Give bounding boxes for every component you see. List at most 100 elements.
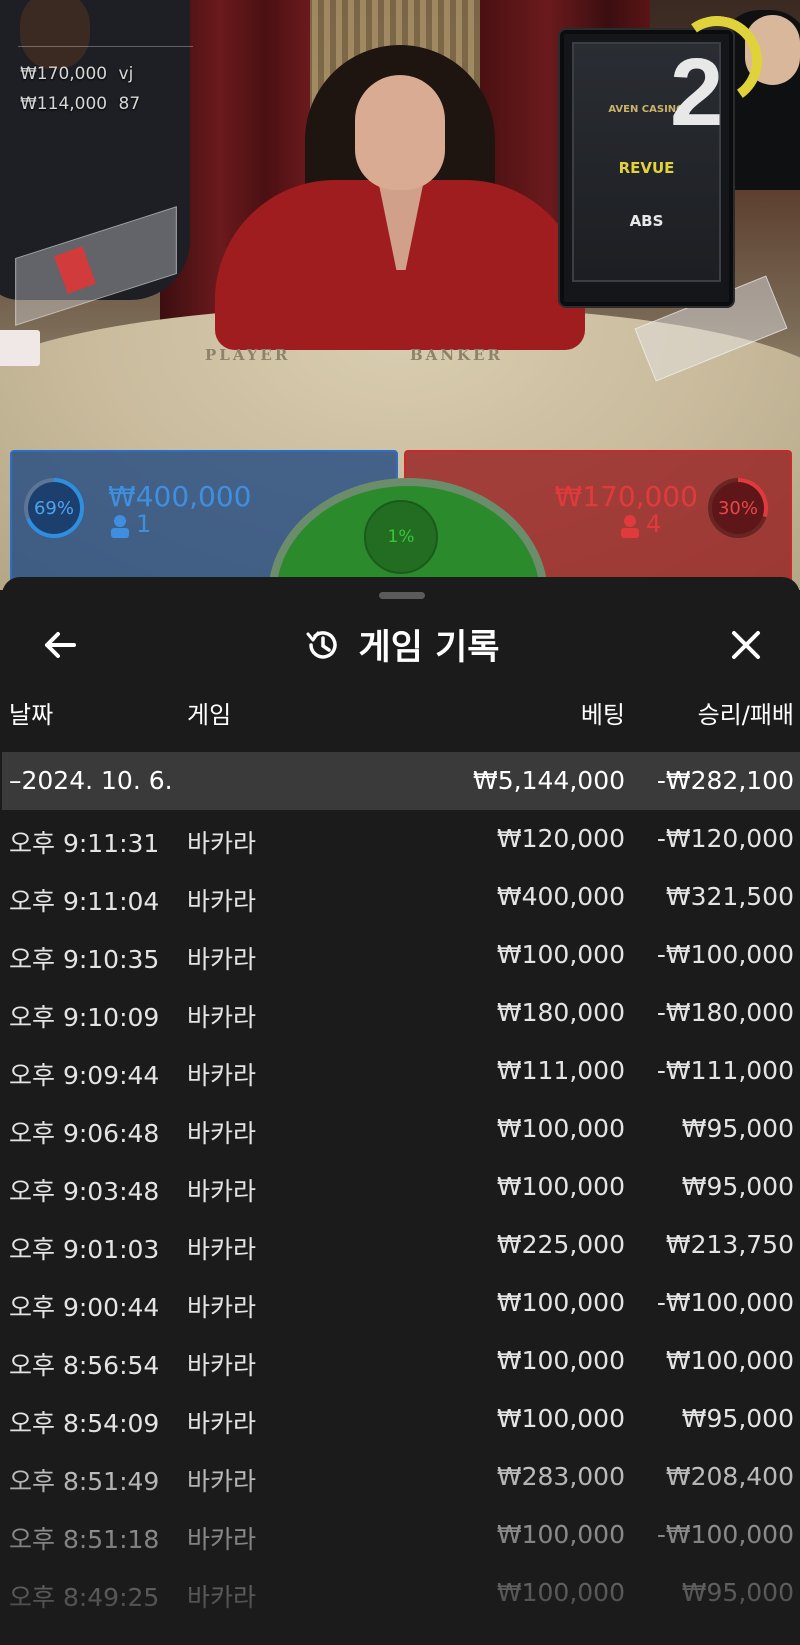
column-header-bet: 베팅 — [580, 701, 625, 729]
recent-bet-amount: ₩170,000 — [20, 64, 108, 84]
player-amount: ₩400,000 — [108, 480, 252, 513]
row-time: 오후 8:49:25 — [9, 1583, 160, 1612]
monitor-logo-abs: ABS — [629, 212, 664, 230]
row-game: 바카라 — [187, 1525, 257, 1554]
history-row[interactable]: 오후 9:10:35 바카라 ₩100,000 -₩100,000 — [2, 926, 800, 984]
recent-bet-amount: ₩114,000 — [20, 94, 108, 114]
row-bet: ₩225,000 — [496, 1230, 625, 1259]
banker-percent-ring: 30% — [708, 478, 768, 538]
table-label-banker: BANKER — [410, 346, 503, 364]
row-time: 오후 8:51:18 — [9, 1525, 160, 1554]
row-result: ₩95,000 — [681, 1114, 794, 1143]
date-group-result-total: -₩282,100 — [656, 766, 794, 795]
row-bet: ₩100,000 — [496, 1578, 625, 1607]
history-row[interactable]: 오후 8:49:25 바카라 ₩100,000 ₩95,000 — [2, 1564, 800, 1622]
history-row[interactable]: 오후 9:00:44 바카라 ₩100,000 -₩100,000 — [2, 1274, 800, 1332]
row-result: ₩95,000 — [681, 1404, 794, 1433]
row-result: ₩321,500 — [665, 882, 794, 911]
banker-count-icon — [620, 514, 640, 542]
history-row[interactable]: 오후 9:06:48 바카라 ₩100,000 ₩95,000 — [2, 1100, 800, 1158]
dealer-face — [355, 75, 445, 190]
sheet-header: 게임 기록 — [2, 619, 800, 670]
row-game: 바카라 — [187, 945, 257, 974]
row-bet: ₩100,000 — [496, 1172, 625, 1201]
round-number: 2 — [670, 39, 724, 146]
banker-percent: 30% — [712, 482, 764, 534]
row-result: ₩100,000 — [665, 1346, 794, 1375]
row-time: 오후 8:54:09 — [9, 1409, 160, 1438]
history-row[interactable]: 오후 9:01:03 바카라 ₩225,000 ₩213,750 — [2, 1216, 800, 1274]
row-game: 바카라 — [187, 1235, 257, 1264]
row-game: 바카라 — [187, 1119, 257, 1148]
row-game: 바카라 — [187, 829, 257, 858]
row-game: 바카라 — [187, 1293, 257, 1322]
row-game: 바카라 — [187, 1177, 257, 1206]
row-bet: ₩100,000 — [496, 1520, 625, 1549]
banker-count: 4 — [646, 510, 662, 538]
row-time: 오후 8:51:49 — [9, 1467, 160, 1496]
row-game: 바카라 — [187, 1061, 257, 1090]
column-header-date: 날짜 — [9, 701, 54, 729]
row-game: 바카라 — [187, 1467, 257, 1496]
row-game: 바카라 — [187, 1583, 257, 1612]
recent-bet-item: ₩114,000 87 — [20, 94, 140, 114]
row-time: 오후 9:10:35 — [9, 945, 160, 974]
row-bet: ₩100,000 — [496, 1114, 625, 1143]
date-group-date: –2024. 10. 6. — [9, 766, 173, 795]
row-result: ₩208,400 — [665, 1462, 794, 1491]
history-row[interactable]: 오후 9:10:09 바카라 ₩180,000 -₩180,000 — [2, 984, 800, 1042]
row-time: 오후 9:11:04 — [9, 887, 160, 916]
row-bet: ₩180,000 — [496, 998, 625, 1027]
history-row[interactable]: 오후 9:03:48 바카라 ₩100,000 ₩95,000 — [2, 1158, 800, 1216]
row-bet: ₩100,000 — [496, 1346, 625, 1375]
close-button[interactable] — [722, 621, 770, 669]
history-row[interactable]: 오후 8:56:54 바카라 ₩100,000 ₩100,000 — [2, 1332, 800, 1390]
row-result: -₩180,000 — [656, 998, 794, 1027]
sheet-title: 게임 기록 — [358, 628, 500, 668]
row-bet: ₩100,000 — [496, 940, 625, 969]
row-game: 바카라 — [187, 1351, 257, 1380]
history-row[interactable]: 오후 8:51:18 바카라 ₩100,000 -₩100,000 — [2, 1506, 800, 1564]
game-history-sheet: 게임 기록 날짜 게임 베팅 승리/패배 –2024. 10. 6. ₩5,14… — [2, 577, 800, 1645]
player-percent: 69% — [28, 482, 80, 534]
tie-percent: 1% — [364, 500, 438, 574]
row-result: -₩100,000 — [656, 1288, 794, 1317]
history-row[interactable]: 오후 9:11:04 바카라 ₩400,000 ₩321,500 — [2, 868, 800, 926]
row-bet: ₩100,000 — [496, 1288, 625, 1317]
history-table-header: 날짜 게임 베팅 승리/패배 — [2, 687, 800, 735]
sheet-drag-handle[interactable] — [379, 592, 425, 599]
row-bet: ₩120,000 — [496, 824, 625, 853]
row-game: 바카라 — [187, 1003, 257, 1032]
history-row[interactable]: 오후 9:11:31 바카라 ₩120,000 -₩120,000 — [2, 810, 800, 868]
row-time: 오후 9:03:48 — [9, 1177, 160, 1206]
history-list: 오후 9:11:31 바카라 ₩120,000 -₩120,000 오후 9:11:0… — [2, 810, 800, 1622]
row-time: 오후 9:06:48 — [9, 1119, 160, 1148]
row-game: 바카라 — [187, 1409, 257, 1438]
row-result: -₩100,000 — [656, 1520, 794, 1549]
row-bet: ₩283,000 — [496, 1462, 625, 1491]
row-time: 오후 8:56:54 — [9, 1351, 160, 1380]
row-time: 오후 9:10:09 — [9, 1003, 160, 1032]
row-bet: ₩400,000 — [496, 882, 625, 911]
close-icon — [732, 631, 760, 659]
history-row[interactable]: 오후 8:54:09 바카라 ₩100,000 ₩95,000 — [2, 1390, 800, 1448]
date-group-row[interactable]: –2024. 10. 6. ₩5,144,000 -₩282,100 — [2, 752, 800, 810]
row-game: 바카라 — [187, 887, 257, 916]
history-row[interactable]: 오후 9:09:44 바카라 ₩111,000 -₩111,000 — [2, 1042, 800, 1100]
history-row[interactable]: 오후 8:51:49 바카라 ₩283,000 ₩208,400 — [2, 1448, 800, 1506]
recent-bet-user: vj — [118, 64, 134, 84]
row-time: 오후 9:09:44 — [9, 1061, 160, 1090]
row-result: ₩95,000 — [681, 1578, 794, 1607]
row-result: -₩111,000 — [656, 1056, 794, 1085]
monitor-logo-revue: REVUE — [618, 159, 675, 177]
date-group-bet-total: ₩5,144,000 — [473, 766, 625, 795]
row-time: 오후 9:00:44 — [9, 1293, 160, 1322]
player-count-icon — [110, 514, 130, 542]
row-result: ₩95,000 — [681, 1172, 794, 1201]
recent-bet-item: ₩170,000 vj — [20, 64, 133, 84]
row-result: ₩213,750 — [665, 1230, 794, 1259]
column-header-result: 승리/패배 — [697, 701, 794, 729]
row-time: 오후 9:11:31 — [9, 829, 160, 858]
assistant-dealer-head — [20, 0, 90, 70]
column-header-game: 게임 — [187, 701, 232, 729]
